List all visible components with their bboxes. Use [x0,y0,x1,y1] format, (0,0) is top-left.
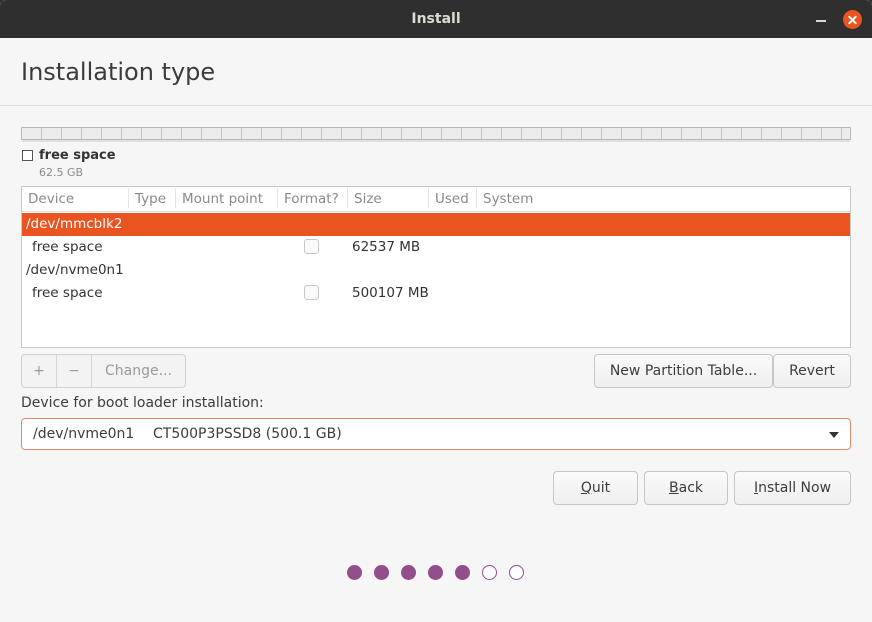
change-partition-button[interactable]: Change... [91,355,185,387]
remove-partition-button[interactable]: − [56,355,91,387]
row-size: 62537 MB [352,239,421,255]
partition-table[interactable]: Device Type Mount point Format? Size Use… [21,186,851,348]
column-header-size[interactable]: Size [347,188,382,208]
column-header-system[interactable]: System [476,188,533,208]
revert-button[interactable]: Revert [773,354,851,388]
back-mnemonic: B [669,480,679,496]
quit-mnemonic: Q [580,480,592,496]
page-title: Installation type [21,58,216,86]
row-device: /dev/mmcblk2 [26,216,123,232]
format-checkbox[interactable] [304,285,319,300]
partition-edit-group: + − Change... [21,354,186,388]
install-label-rest: nstall Now [758,480,832,496]
boot-loader-select[interactable]: /dev/nvme0n1 CT500P3PSSD8 (500.1 GB) [21,418,851,450]
column-header-device[interactable]: Device [22,191,74,207]
boot-loader-label: Device for boot loader installation: [21,395,264,411]
row-size: 500107 MB [352,285,429,301]
progress-dots [347,565,527,581]
table-row[interactable]: free space 500107 MB [22,282,850,305]
window-title: Install [411,11,461,27]
quit-button[interactable]: Quit [553,471,638,505]
install-now-button[interactable]: Install Now [734,471,851,505]
column-header-mount-point[interactable]: Mount point [175,188,263,208]
table-row[interactable]: /dev/nvme0n1 [22,259,850,282]
chevron-down-icon [829,432,839,438]
column-header-type[interactable]: Type [128,188,166,208]
progress-dot [347,565,362,580]
new-partition-table-button[interactable]: New Partition Table... [594,354,773,388]
legend-label: free space [39,148,116,163]
format-checkbox[interactable] [304,239,319,254]
progress-dot [401,565,416,580]
progress-dot [482,565,497,580]
progress-dot [374,565,389,580]
table-row[interactable]: free space 62537 MB [22,236,850,259]
boot-device-model: CT500P3PSSD8 (500.1 GB) [153,426,342,442]
row-device: /dev/nvme0n1 [26,262,124,278]
minimize-icon[interactable] [812,10,830,28]
progress-dot [428,565,443,580]
progress-dot [455,565,470,580]
column-header-format[interactable]: Format? [277,188,339,208]
table-header: Device Type Mount point Format? Size Use… [22,187,850,212]
column-header-used[interactable]: Used [428,188,469,208]
add-partition-button[interactable]: + [22,355,56,387]
disk-usage-bar [21,127,851,142]
row-device: free space [32,285,103,301]
row-device: free space [32,239,103,255]
back-button[interactable]: Back [644,471,728,505]
quit-label-rest: uit [591,480,611,496]
progress-dot [509,565,524,580]
legend-size: 62.5 GB [39,166,84,179]
table-row[interactable]: /dev/mmcblk2 [22,213,850,236]
titlebar: Install [0,0,872,38]
close-icon[interactable] [843,10,862,29]
installer-window: Install Installation type free space 62.… [0,0,872,622]
legend-swatch [22,150,33,161]
boot-device-value: /dev/nvme0n1 [33,426,135,442]
header-divider [0,105,872,106]
back-label-rest: ack [678,480,703,496]
